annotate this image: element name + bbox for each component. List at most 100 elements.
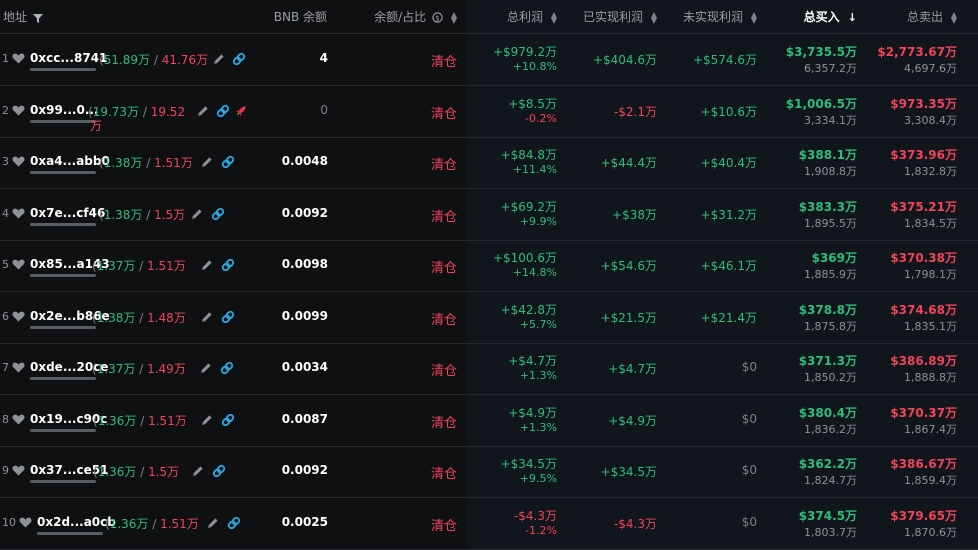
realized-profit: +$21.5万 [600, 310, 657, 325]
table-row[interactable]: 9 0x37...ce51 (1.36万 / 1.5万 0.0092 清仓 +$34.5万… [0, 446, 978, 498]
total-profit-usd: +$4.7万 [508, 354, 557, 368]
sold-amount: 1.51万 [148, 413, 187, 428]
balance-status: 清仓 [430, 467, 457, 482]
col-total-sell[interactable]: 总卖出 ▲ ▼ [907, 8, 957, 25]
heart-icon[interactable] [12, 53, 25, 64]
col-address[interactable]: 地址 [3, 8, 43, 25]
col-unrealized-label: 未实现利润 [683, 10, 744, 24]
table-row[interactable]: 7 0xde...20ce (1.37万 / 1.49万 0.0034 清仓 +$4.7万… [0, 343, 978, 395]
sold-amount: 1.5万 [154, 207, 186, 222]
wallet-address[interactable]: 0xa4...abb0 [30, 154, 110, 168]
table-row[interactable]: 10 0x2d...a0cb (1.36万 / 1.51万 0.0025 清仓 -$4.3… [0, 498, 978, 550]
table-row[interactable]: 5 0x85...a143 (1.37万 / 1.51万 0.0098 清仓 +$100.… [0, 240, 978, 292]
pencil-icon[interactable] [191, 208, 203, 223]
pencil-icon[interactable] [197, 105, 209, 120]
total-buy-tokens: 1,850.2万 [804, 371, 857, 384]
table-row[interactable]: 4 0x7e...cf46 (1.38万 / 1.5万 0.0092 清仓 +$69.2万… [0, 189, 978, 241]
chain-link-icon[interactable] [221, 310, 235, 327]
sort-arrows-icon[interactable]: ▲ ▼ [651, 10, 657, 24]
bnb-balance: 0.0025 [281, 514, 328, 529]
balance-status: 清仓 [430, 261, 457, 276]
heart-icon[interactable] [12, 259, 25, 270]
unrealized-profit: +$21.4万 [700, 310, 757, 325]
chain-link-icon[interactable] [216, 104, 230, 121]
chain-link-icon[interactable] [232, 52, 246, 69]
col-realized[interactable]: 已实现利润 ▲ ▼ [583, 8, 657, 25]
pencil-icon[interactable] [201, 156, 213, 171]
heart-icon[interactable] [12, 362, 25, 373]
heart-icon[interactable] [12, 208, 25, 219]
bought-sold-amounts: (1.38万 / 1.5万 [99, 206, 185, 223]
table-row[interactable]: 3 0xa4...abb0 (1.38万 / 1.51万 0.0048 清仓 +$84.8… [0, 137, 978, 189]
pencil-icon[interactable] [207, 517, 219, 532]
sort-desc-icon[interactable]: ↓ [848, 12, 857, 23]
heart-icon[interactable] [12, 465, 25, 476]
sort-arrows-icon[interactable]: ▲ ▼ [951, 10, 957, 24]
bnb-balance: 0.0098 [281, 257, 328, 271]
balance-status: 清仓 [430, 55, 457, 70]
heart-icon[interactable] [12, 414, 25, 425]
unrealized-profit: $0 [741, 514, 757, 529]
total-sell-usd: $375.21万 [890, 199, 957, 214]
total-buy-usd: $378.8万 [798, 302, 857, 317]
wallet-address[interactable]: 0xcc...8741 [30, 51, 107, 65]
sold-amount: 41.76万 [161, 53, 209, 67]
table-row[interactable]: 2 0x99...0... (19.73万 / 19.52 万 0 清仓 +$8.5万 -0.… [0, 86, 978, 138]
sort-arrows-icon[interactable]: ▲ ▼ [451, 10, 457, 24]
col-total-buy-label: 总买入 [803, 10, 840, 24]
total-sell-tokens: 1,834.5万 [904, 216, 957, 230]
pencil-icon[interactable] [192, 465, 204, 480]
pencil-icon[interactable] [201, 259, 213, 274]
balance-status: 清仓 [430, 106, 457, 122]
chain-link-icon[interactable] [221, 413, 235, 430]
balance-status: 清仓 [430, 364, 457, 379]
info-circle-icon[interactable]: $ [432, 12, 443, 23]
amount-separator: / [148, 516, 161, 531]
amount-separator: / [142, 207, 155, 222]
total-profit-pct: +10.8% [512, 60, 557, 73]
sold-amount: 1.49万 [147, 362, 186, 376]
row-index: 5 [2, 258, 9, 271]
heart-icon[interactable] [19, 517, 32, 528]
sort-arrows-icon[interactable]: ▲ ▼ [751, 10, 757, 24]
sold-amount: 19.52 [150, 104, 186, 119]
heart-icon[interactable] [12, 105, 25, 116]
heart-icon[interactable] [12, 311, 25, 322]
total-profit-pct: +9.5% [519, 472, 557, 485]
unrealized-profit: $0 [741, 463, 757, 477]
col-unrealized[interactable]: 未实现利润 ▲ ▼ [683, 8, 757, 25]
chain-link-icon[interactable] [220, 361, 234, 378]
bought-amount: 1.38万 [103, 207, 143, 222]
col-bnb-balance[interactable]: BNB 余额 [274, 8, 327, 25]
chain-link-icon[interactable] [212, 464, 226, 481]
chain-link-icon[interactable] [227, 516, 241, 533]
wallet-address[interactable]: 0x7e...cf46 [30, 206, 105, 220]
unrealized-profit: $0 [741, 360, 757, 374]
chain-link-icon[interactable] [221, 258, 235, 275]
table-row[interactable]: 1 0xcc...8741 (51.89万 / 41.76万 4 清仓 +$979.2万 +… [0, 34, 978, 86]
amount-separator: / [139, 104, 151, 119]
total-profit-usd: +$100.6万 [492, 251, 557, 265]
total-profit-usd: -$4.3万 [513, 508, 557, 523]
total-profit-usd: +$69.2万 [500, 199, 557, 214]
rocket-icon[interactable] [234, 104, 248, 121]
balance-status: 清仓 [430, 415, 457, 431]
pencil-icon[interactable] [213, 53, 225, 68]
sort-arrows-icon[interactable]: ▲ ▼ [551, 10, 557, 24]
chain-link-icon[interactable] [211, 207, 225, 224]
col-total-profit[interactable]: 总利润 ▲ ▼ [507, 8, 557, 25]
pencil-icon[interactable] [201, 414, 213, 429]
total-buy-usd: $3,735.5万 [785, 45, 857, 59]
pencil-icon[interactable] [201, 311, 213, 326]
pencil-icon[interactable] [200, 362, 212, 377]
col-total-buy[interactable]: 总买入 ↓ [804, 8, 857, 25]
table-row[interactable]: 8 0x19...c90c (1.36万 / 1.51万 0.0087 清仓 +$4.9万… [0, 395, 978, 447]
filter-icon[interactable] [32, 13, 43, 23]
table-row[interactable]: 6 0x2e...b86e (1.38万 / 1.48万 0.0099 清仓 +$42.8… [0, 292, 978, 344]
col-balance-pct[interactable]: 余额/占比 $ ▲ ▼ [374, 8, 457, 25]
heart-icon[interactable] [12, 156, 25, 167]
chain-link-icon[interactable] [221, 155, 235, 172]
bought-amount: 1.36万 [109, 516, 149, 531]
total-buy-usd: $374.5万 [798, 508, 857, 523]
total-sell-tokens: 1,859.4万 [904, 474, 957, 487]
